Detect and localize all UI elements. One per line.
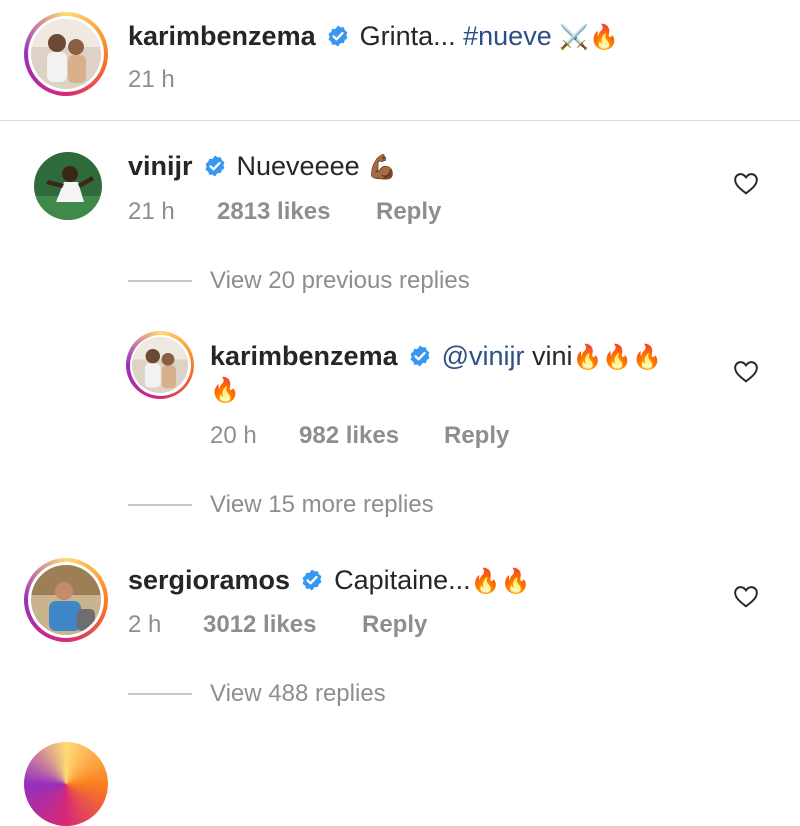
comment-emoji: 💪🏾 [367,153,398,181]
replies-line [128,693,192,695]
comment-emoji: 🔥🔥 [470,567,531,595]
replies-line [128,280,192,282]
comment-username[interactable]: sergioramos [128,565,290,596]
hashtag-link[interactable]: #nueve [463,21,552,51]
reply-username[interactable]: karimbenzema [210,341,398,372]
comment-time: 21 h [128,198,175,225]
view-more-replies-link[interactable]: View 15 more replies [210,491,434,519]
reply-button[interactable]: Reply [376,198,441,226]
reply-text: @vinijr vini🔥🔥🔥 [441,340,663,371]
comment-avatar-vinijr[interactable] [34,152,102,220]
heart-outline-icon[interactable] [733,171,759,195]
reply-avatar-karimbenzema[interactable] [126,331,194,399]
verified-badge-icon [410,345,429,367]
post-time: 21 h [128,66,175,93]
comment-time: 2 h [128,611,162,638]
reply-emoji-line1: 🔥🔥🔥 [572,343,663,371]
avatar-photo [132,337,188,393]
reply-likes[interactable]: 982 likes [299,422,399,450]
next-comment-avatar[interactable] [24,742,108,826]
post-caption: karimbenzema Grinta... #nueve ⚔️🔥 [128,16,619,56]
verified-badge-icon [328,25,347,47]
comment-likes[interactable]: 2813 likes [217,198,330,226]
caption-divider [0,120,800,121]
verified-badge-icon [302,569,322,591]
reply-time: 20 h [210,422,257,449]
comment-username[interactable]: vinijr [128,151,193,182]
heart-outline-icon[interactable] [733,359,759,383]
comment-text: Nueveeee 💪🏾 [236,150,398,181]
comment-likes[interactable]: 3012 likes [203,611,316,639]
post-caption-text: Grinta... #nueve ⚔️🔥 [359,20,619,51]
reply-button[interactable]: Reply [444,422,509,450]
comment-sergioramos: sergioramos Capitaine...🔥🔥 [128,560,530,600]
comment-vinijr: vinijr Nueveeee 💪🏾 [128,146,397,186]
reply-karimbenzema: karimbenzema @vinijr vini🔥🔥🔥 [210,336,662,376]
comment-text: Capitaine...🔥🔥 [334,564,531,595]
verified-badge-icon [205,155,224,177]
replies-line [128,504,192,506]
view-replies-link[interactable]: View 488 replies [210,680,386,708]
caption-emojis: ⚔️🔥 [559,23,619,51]
comment-avatar-sergioramos[interactable] [24,558,108,642]
heart-outline-icon[interactable] [733,584,759,608]
view-previous-replies-link[interactable]: View 20 previous replies [210,267,470,295]
mention-link[interactable]: @vinijr [442,341,525,371]
reply-button[interactable]: Reply [362,611,427,639]
avatar-photo [31,19,101,89]
post-author-avatar[interactable] [24,12,108,96]
avatar-photo [31,565,101,635]
post-username[interactable]: karimbenzema [128,21,316,52]
reply-emoji-line2: 🔥 [210,377,240,404]
